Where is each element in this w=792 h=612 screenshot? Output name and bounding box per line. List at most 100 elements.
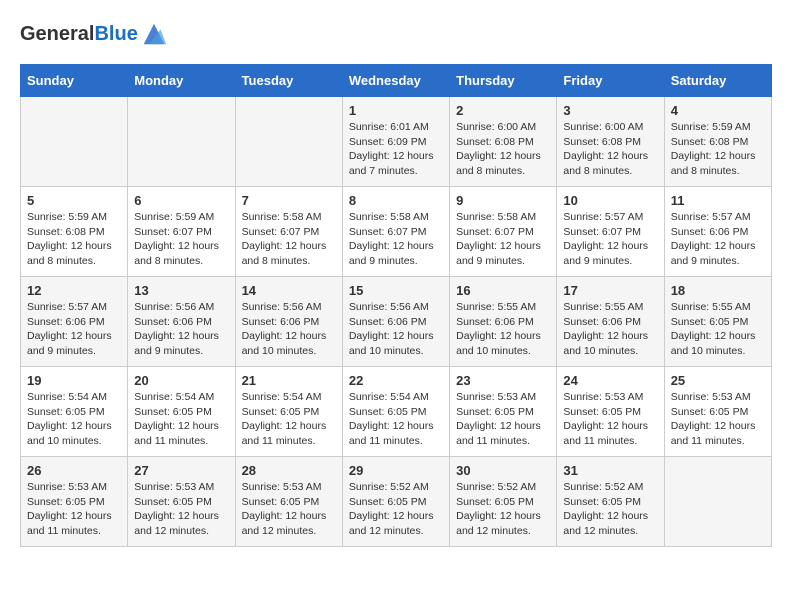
calendar-week-row: 1 Sunrise: 6:01 AMSunset: 6:09 PMDaylight… [21, 97, 772, 187]
weekday-header-cell: Monday [128, 65, 235, 97]
calendar-cell: 13 Sunrise: 5:56 AMSunset: 6:06 PMDayligh… [128, 277, 235, 367]
cell-content: Sunrise: 6:00 AMSunset: 6:08 PMDaylight:… [563, 120, 657, 179]
calendar-body: 1 Sunrise: 6:01 AMSunset: 6:09 PMDaylight… [21, 97, 772, 547]
calendar-week-row: 26Sunrise: 5:53 AMSunset: 6:05 PMDayligh… [21, 457, 772, 547]
day-number: 18 [671, 283, 765, 298]
calendar-week-row: 19 Sunrise: 5:54 AMSunset: 6:05 PMDayligh… [21, 367, 772, 457]
calendar-cell: 27 Sunrise: 5:53 AMSunset: 6:05 PMDayligh… [128, 457, 235, 547]
weekday-header-cell: Friday [557, 65, 664, 97]
logo-icon [140, 20, 168, 48]
calendar-cell: 26Sunrise: 5:53 AMSunset: 6:05 PMDayligh… [21, 457, 128, 547]
cell-content: Sunrise: 5:59 AMSunset: 6:07 PMDaylight:… [134, 210, 228, 269]
cell-content: Sunrise: 5:59 AMSunset: 6:08 PMDaylight:… [27, 210, 121, 269]
calendar-cell [128, 97, 235, 187]
calendar-cell [235, 97, 342, 187]
cell-content: Sunrise: 5:56 AMSunset: 6:06 PMDaylight:… [349, 300, 443, 359]
calendar-cell: 15 Sunrise: 5:56 AMSunset: 6:06 PMDayligh… [342, 277, 449, 367]
day-number: 14 [242, 283, 336, 298]
day-number: 5 [27, 193, 121, 208]
weekday-header-cell: Sunday [21, 65, 128, 97]
calendar-cell: 10 Sunrise: 5:57 AMSunset: 6:07 PMDayligh… [557, 187, 664, 277]
day-number: 6 [134, 193, 228, 208]
day-number: 22 [349, 373, 443, 388]
calendar-cell: 1 Sunrise: 6:01 AMSunset: 6:09 PMDaylight… [342, 97, 449, 187]
cell-content: Sunrise: 5:54 AMSunset: 6:05 PMDaylight:… [349, 390, 443, 449]
calendar-cell: 11 Sunrise: 5:57 AMSunset: 6:06 PMDayligh… [664, 187, 771, 277]
cell-content: Sunrise: 5:53 AMSunset: 6:05 PMDaylight:… [456, 390, 550, 449]
day-number: 15 [349, 283, 443, 298]
weekday-header-cell: Saturday [664, 65, 771, 97]
cell-content: Sunrise: 5:58 AMSunset: 6:07 PMDaylight:… [242, 210, 336, 269]
day-number: 7 [242, 193, 336, 208]
calendar-week-row: 5 Sunrise: 5:59 AMSunset: 6:08 PMDaylight… [21, 187, 772, 277]
day-number: 28 [242, 463, 336, 478]
cell-content: Sunrise: 5:52 AMSunset: 6:05 PMDaylight:… [456, 480, 550, 539]
calendar-cell: 16Sunrise: 5:55 AMSunset: 6:06 PMDayligh… [450, 277, 557, 367]
calendar-cell: 14 Sunrise: 5:56 AMSunset: 6:06 PMDayligh… [235, 277, 342, 367]
cell-content: Sunrise: 5:58 AMSunset: 6:07 PMDaylight:… [349, 210, 443, 269]
day-number: 25 [671, 373, 765, 388]
cell-content: Sunrise: 5:57 AMSunset: 6:06 PMDaylight:… [671, 210, 765, 269]
cell-content: Sunrise: 5:55 AMSunset: 6:06 PMDaylight:… [563, 300, 657, 359]
day-number: 30 [456, 463, 550, 478]
calendar-cell: 18 Sunrise: 5:55 AMSunset: 6:05 PMDayligh… [664, 277, 771, 367]
logo-general-text: General [20, 23, 94, 45]
calendar-cell: 30 Sunrise: 5:52 AMSunset: 6:05 PMDayligh… [450, 457, 557, 547]
cell-content: Sunrise: 5:58 AMSunset: 6:07 PMDaylight:… [456, 210, 550, 269]
calendar-cell: 23Sunrise: 5:53 AMSunset: 6:05 PMDayligh… [450, 367, 557, 457]
cell-content: Sunrise: 5:55 AMSunset: 6:06 PMDaylight:… [456, 300, 550, 359]
calendar-cell: 24Sunrise: 5:53 AMSunset: 6:05 PMDayligh… [557, 367, 664, 457]
logo: GeneralBlue [20, 20, 168, 48]
day-number: 19 [27, 373, 121, 388]
calendar-cell: 2Sunrise: 6:00 AMSunset: 6:08 PMDaylight… [450, 97, 557, 187]
cell-content: Sunrise: 5:53 AMSunset: 6:05 PMDaylight:… [671, 390, 765, 449]
cell-content: Sunrise: 5:52 AMSunset: 6:05 PMDaylight:… [563, 480, 657, 539]
day-number: 1 [349, 103, 443, 118]
day-number: 13 [134, 283, 228, 298]
calendar-week-row: 12Sunrise: 5:57 AMSunset: 6:06 PMDayligh… [21, 277, 772, 367]
logo-blue-text: Blue [94, 23, 137, 45]
cell-content: Sunrise: 5:55 AMSunset: 6:05 PMDaylight:… [671, 300, 765, 359]
cell-content: Sunrise: 5:56 AMSunset: 6:06 PMDaylight:… [242, 300, 336, 359]
calendar-cell [664, 457, 771, 547]
cell-content: Sunrise: 5:53 AMSunset: 6:05 PMDaylight:… [134, 480, 228, 539]
calendar-cell: 8Sunrise: 5:58 AMSunset: 6:07 PMDaylight… [342, 187, 449, 277]
cell-content: Sunrise: 6:01 AMSunset: 6:09 PMDaylight:… [349, 120, 443, 179]
day-number: 11 [671, 193, 765, 208]
weekday-header-cell: Tuesday [235, 65, 342, 97]
calendar-cell: 21 Sunrise: 5:54 AMSunset: 6:05 PMDayligh… [235, 367, 342, 457]
cell-content: Sunrise: 5:54 AMSunset: 6:05 PMDaylight:… [134, 390, 228, 449]
day-number: 21 [242, 373, 336, 388]
day-number: 29 [349, 463, 443, 478]
calendar-cell: 22 Sunrise: 5:54 AMSunset: 6:05 PMDayligh… [342, 367, 449, 457]
calendar-cell: 9 Sunrise: 5:58 AMSunset: 6:07 PMDaylight… [450, 187, 557, 277]
cell-content: Sunrise: 5:54 AMSunset: 6:05 PMDaylight:… [27, 390, 121, 449]
day-number: 2 [456, 103, 550, 118]
day-number: 4 [671, 103, 765, 118]
calendar-table: SundayMondayTuesdayWednesdayThursdayFrid… [20, 64, 772, 547]
day-number: 20 [134, 373, 228, 388]
cell-content: Sunrise: 5:53 AMSunset: 6:05 PMDaylight:… [27, 480, 121, 539]
calendar-cell: 20 Sunrise: 5:54 AMSunset: 6:05 PMDayligh… [128, 367, 235, 457]
calendar-cell: 29Sunrise: 5:52 AMSunset: 6:05 PMDayligh… [342, 457, 449, 547]
cell-content: Sunrise: 5:53 AMSunset: 6:05 PMDaylight:… [242, 480, 336, 539]
calendar-cell: 31 Sunrise: 5:52 AMSunset: 6:05 PMDayligh… [557, 457, 664, 547]
calendar-cell: 7 Sunrise: 5:58 AMSunset: 6:07 PMDaylight… [235, 187, 342, 277]
cell-content: Sunrise: 5:59 AMSunset: 6:08 PMDaylight:… [671, 120, 765, 179]
day-number: 27 [134, 463, 228, 478]
weekday-header-cell: Wednesday [342, 65, 449, 97]
day-number: 3 [563, 103, 657, 118]
day-number: 10 [563, 193, 657, 208]
cell-content: Sunrise: 5:56 AMSunset: 6:06 PMDaylight:… [134, 300, 228, 359]
calendar-cell: 4 Sunrise: 5:59 AMSunset: 6:08 PMDaylight… [664, 97, 771, 187]
cell-content: Sunrise: 5:54 AMSunset: 6:05 PMDaylight:… [242, 390, 336, 449]
calendar-cell: 3 Sunrise: 6:00 AMSunset: 6:08 PMDaylight… [557, 97, 664, 187]
calendar-cell: 25 Sunrise: 5:53 AMSunset: 6:05 PMDayligh… [664, 367, 771, 457]
cell-content: Sunrise: 5:57 AMSunset: 6:07 PMDaylight:… [563, 210, 657, 269]
weekday-header-cell: Thursday [450, 65, 557, 97]
calendar-cell: 17Sunrise: 5:55 AMSunset: 6:06 PMDayligh… [557, 277, 664, 367]
page-header: GeneralBlue [20, 20, 772, 48]
day-number: 31 [563, 463, 657, 478]
day-number: 9 [456, 193, 550, 208]
calendar-cell [21, 97, 128, 187]
